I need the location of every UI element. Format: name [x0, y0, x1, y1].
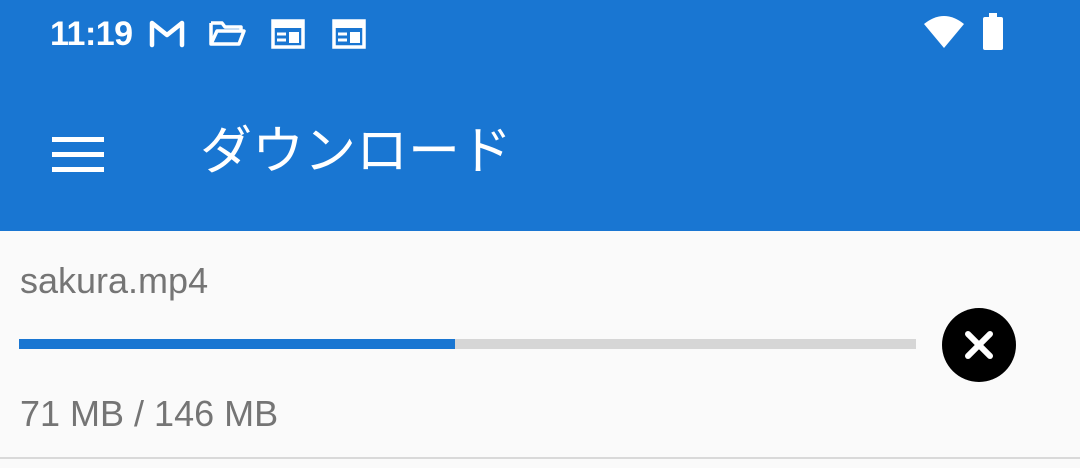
page-title: ダウンロード [200, 122, 513, 182]
divider [0, 457, 1080, 459]
gmail-icon [149, 20, 185, 48]
status-time: 11:19 [50, 15, 133, 53]
wifi-icon [924, 16, 964, 48]
close-icon [965, 331, 993, 359]
menu-icon [52, 137, 104, 172]
download-size-text: 71 MB / 146 MB [20, 393, 279, 434]
news-icon [332, 19, 366, 49]
battery-icon [983, 13, 1003, 50]
download-progress-bar [19, 339, 916, 349]
file-name: sakura.mp4 [20, 260, 209, 301]
status-bar: 11:19 [0, 0, 1080, 68]
download-item: sakura.mp4 71 MB / 146 MB [0, 231, 1080, 457]
cancel-download-button[interactable] [942, 308, 1016, 382]
folder-icon [209, 21, 246, 46]
news-icon [271, 19, 305, 49]
download-progress-fill [19, 339, 456, 349]
app-bar: ダウンロード [0, 68, 1080, 231]
menu-button[interactable] [28, 107, 128, 203]
